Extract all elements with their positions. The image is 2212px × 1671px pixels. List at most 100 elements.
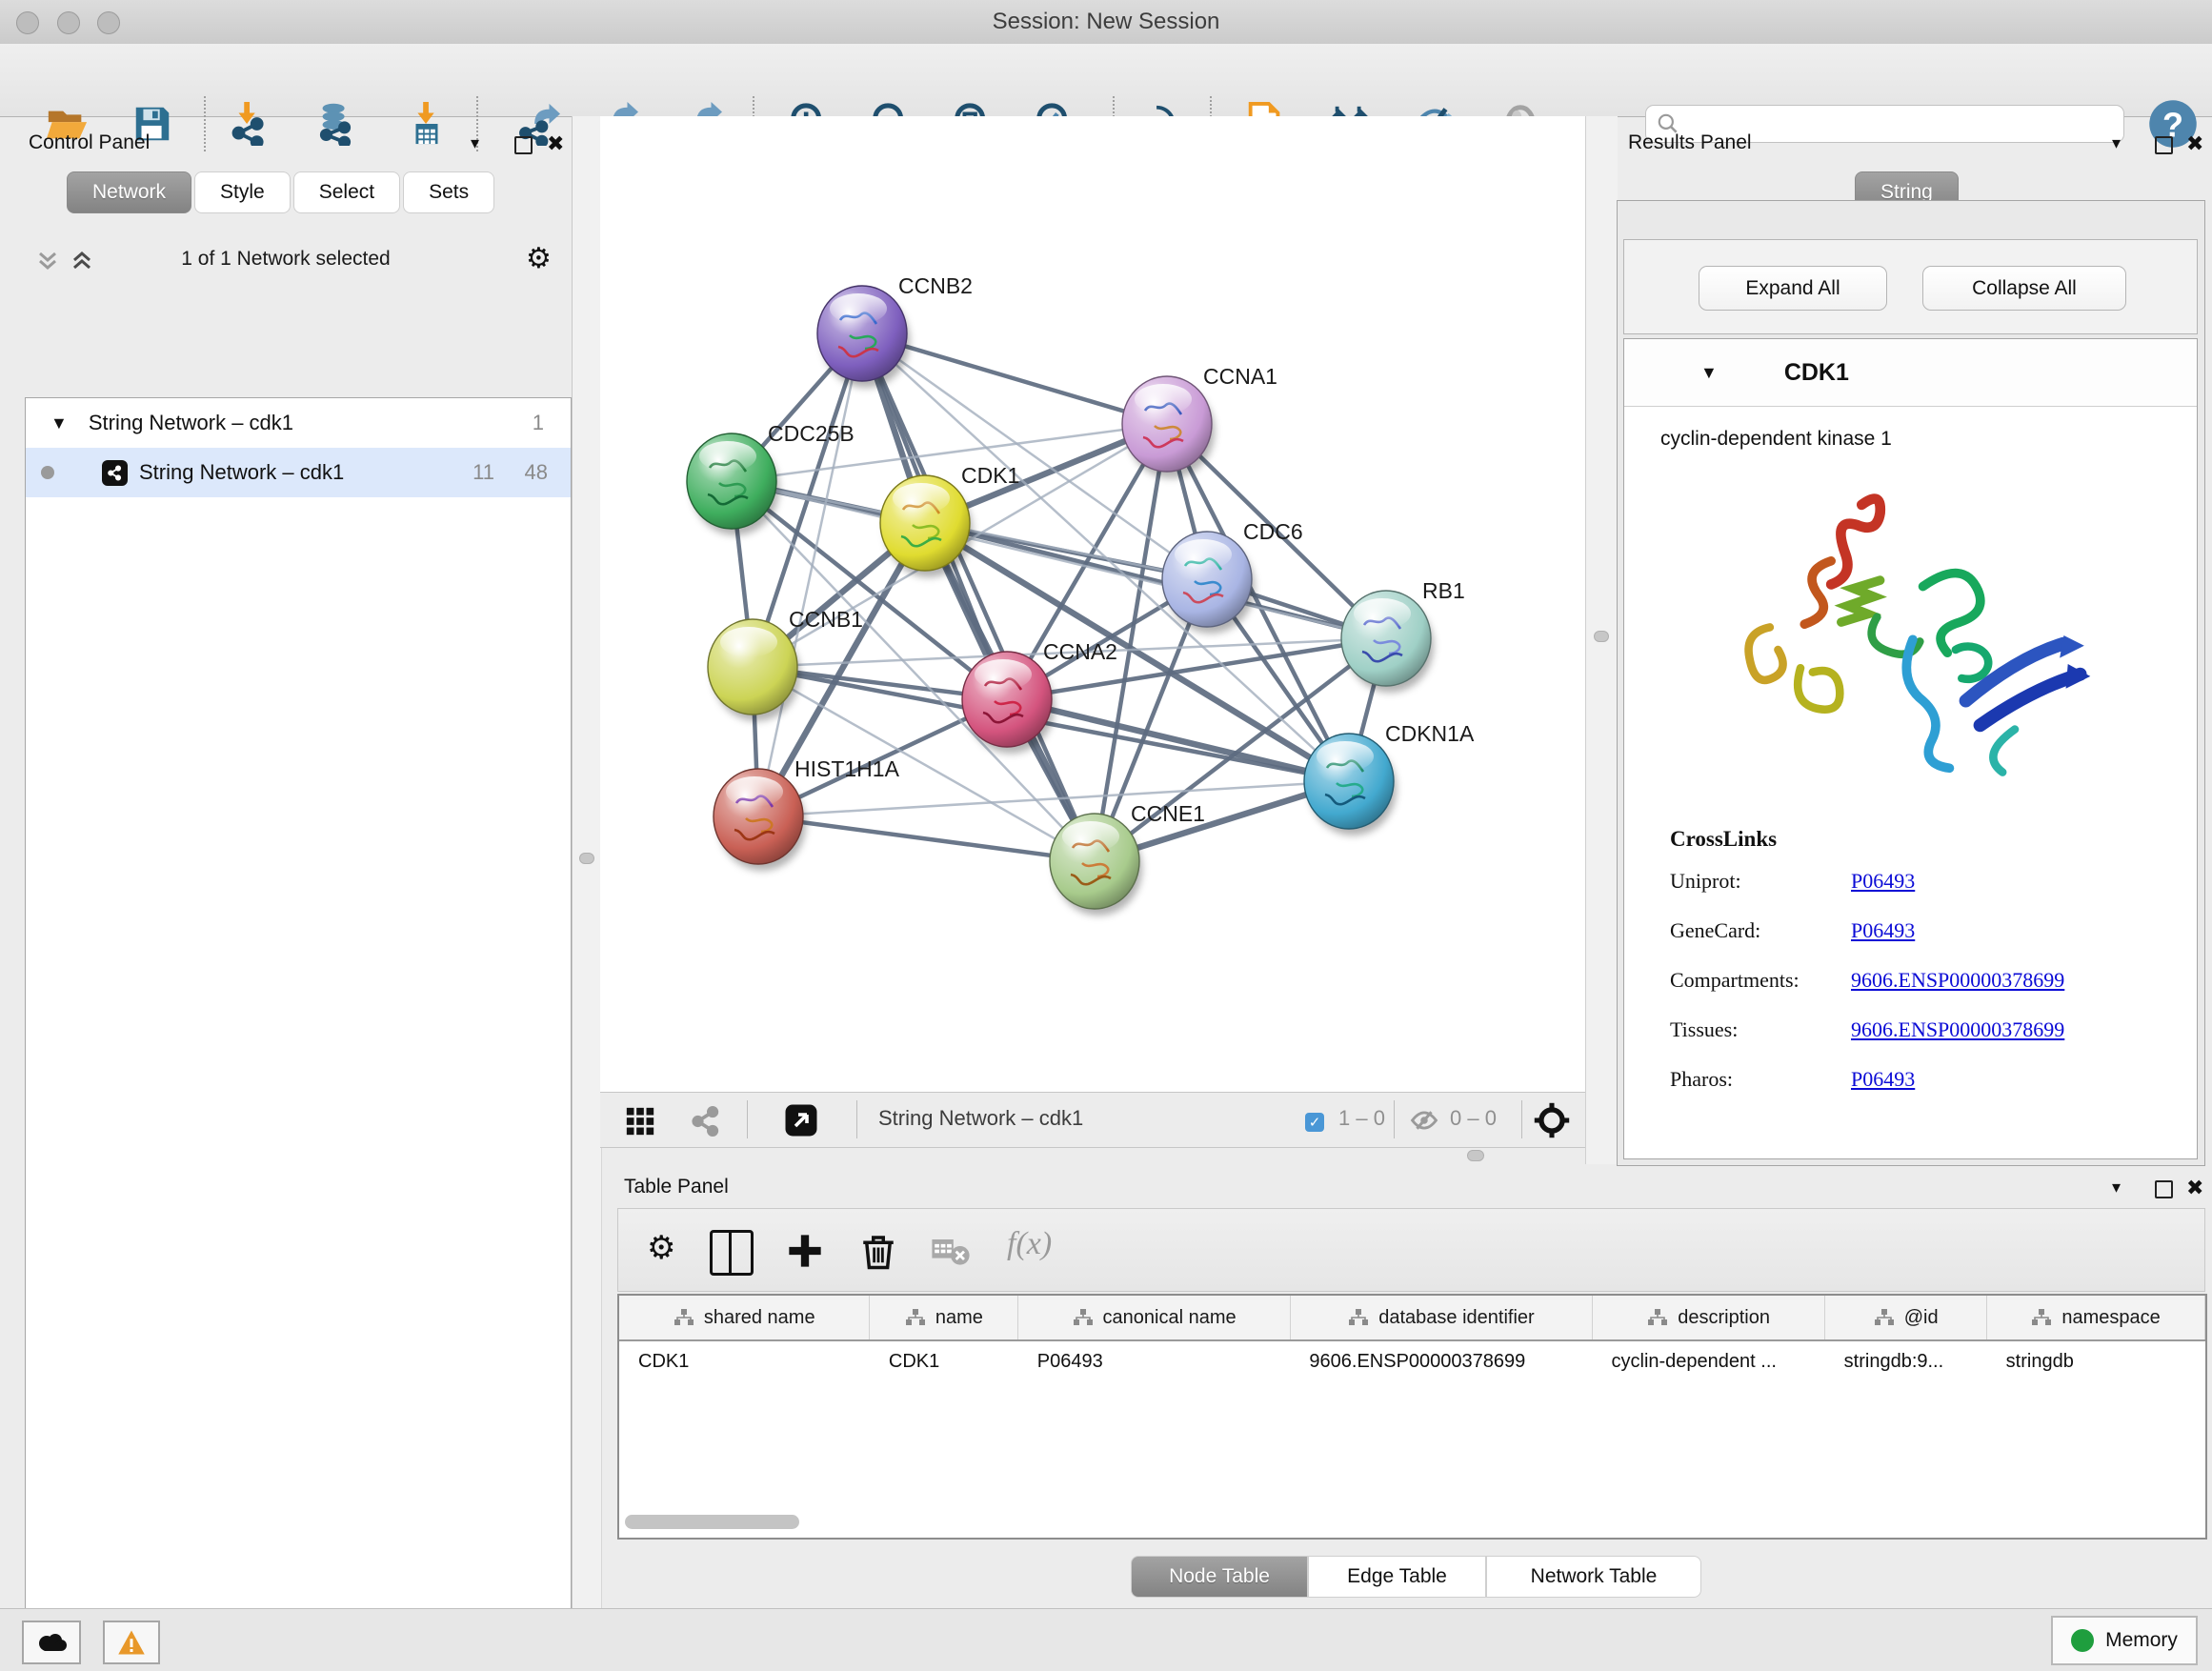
crosslink-link[interactable]: 9606.ENSP00000378699 <box>1851 1017 2064 1042</box>
titlebar: Session: New Session <box>0 0 2212 45</box>
network-row-label: String Network – cdk1 <box>139 460 344 485</box>
crosslink-label: Tissues: <box>1670 1017 1851 1042</box>
tab-node-table[interactable]: Node Table <box>1131 1556 1308 1598</box>
table-cell[interactable]: CDK1 <box>619 1340 870 1381</box>
network-edge-count: 48 <box>525 460 548 485</box>
status-bar: Memory <box>0 1608 2212 1671</box>
table-panel-float-icon[interactable] <box>2155 1180 2173 1198</box>
collapse-all-button[interactable]: Collapse All <box>1922 266 2126 311</box>
warning-status-button[interactable] <box>103 1621 160 1664</box>
control-panel-menu-icon[interactable]: ▾ <box>471 133 479 153</box>
network-node-label: CDKN1A <box>1385 721 1475 746</box>
table-column-header[interactable]: shared name <box>619 1296 870 1340</box>
crosslink-label: Compartments: <box>1670 968 1851 993</box>
nav-separator <box>856 1100 857 1138</box>
memory-button[interactable]: Memory <box>2051 1616 2198 1665</box>
control-panel-float-icon[interactable] <box>514 136 533 154</box>
network-collection-row[interactable]: ▼ String Network – cdk1 1 <box>26 398 571 448</box>
network-share-icon[interactable] <box>690 1105 722 1142</box>
column-type-icon <box>1874 1308 1895 1327</box>
network-row-selected[interactable]: String Network – cdk1 11 48 <box>26 448 571 497</box>
crosslink-row: GeneCard:P06493 <box>1670 918 2197 943</box>
table-column-header[interactable]: description <box>1593 1296 1825 1340</box>
table-panel-close-icon[interactable]: ✖ <box>2186 1177 2203 1200</box>
crosslink-link[interactable]: P06493 <box>1851 869 1915 894</box>
control-panel-title: Control Panel <box>29 131 150 154</box>
network-node[interactable]: CDC6 <box>1162 519 1303 634</box>
network-selection-summary: 1 of 1 Network selected <box>0 248 572 271</box>
table-panel-menu-icon[interactable]: ▾ <box>2112 1178 2121 1198</box>
network-node[interactable]: CDKN1A <box>1304 721 1475 836</box>
results-panel-float-icon[interactable] <box>2155 136 2173 154</box>
table-row[interactable]: CDK1CDK1P064939606.ENSP00000378699cyclin… <box>619 1340 2205 1381</box>
birdseye-view-icon[interactable] <box>784 1103 818 1142</box>
network-node[interactable]: RB1 <box>1341 578 1465 693</box>
table-cell[interactable]: cyclin-dependent ... <box>1593 1340 1825 1381</box>
crosslink-row: Pharos:P06493 <box>1670 1067 2197 1092</box>
network-node[interactable]: CCNA1 <box>1122 364 1277 478</box>
column-type-icon <box>1647 1308 1668 1327</box>
application-window: Session: New Session <box>0 0 2212 1671</box>
delete-column-icon[interactable] <box>858 1230 898 1277</box>
cloud-status-button[interactable] <box>22 1621 81 1664</box>
collection-count: 1 <box>533 411 544 435</box>
network-node[interactable]: CDC25B <box>687 421 855 535</box>
results-buttons-box: Expand All Collapse All <box>1623 239 2198 334</box>
crosslink-link[interactable]: P06493 <box>1851 918 1915 943</box>
network-collection-label: String Network – cdk1 <box>89 411 293 435</box>
tab-network[interactable]: Network <box>67 171 191 213</box>
table-cell[interactable]: stringdb:9... <box>1825 1340 1987 1381</box>
network-edge <box>758 816 1095 861</box>
gene-collapse-icon[interactable]: ▼ <box>1700 363 1718 383</box>
show-columns-icon[interactable] <box>710 1230 754 1276</box>
table-cell[interactable]: stringdb <box>1987 1340 2205 1381</box>
results-panel-menu-icon[interactable]: ▾ <box>2112 133 2121 153</box>
network-canvas[interactable]: CCNB2CCNA1CDC25BCDK1CDC6RB1CCNB1CCNA2CDK… <box>600 116 1585 1092</box>
network-options-gear-icon[interactable]: ⚙ <box>526 245 552 273</box>
tab-select[interactable]: Select <box>293 171 400 213</box>
tree-collapse-icon[interactable]: ▼ <box>50 413 68 433</box>
cloud-icon <box>34 1630 69 1655</box>
right-splitter-handle[interactable] <box>1594 631 1609 642</box>
tab-edge-table[interactable]: Edge Table <box>1308 1556 1486 1598</box>
crosslink-link[interactable]: 9606.ENSP00000378699 <box>1851 968 2064 993</box>
node-table[interactable]: shared namenamecanonical namedatabase id… <box>617 1294 2207 1540</box>
crosslink-link[interactable]: P06493 <box>1851 1067 1915 1092</box>
left-splitter-handle[interactable] <box>579 853 594 864</box>
selected-checkbox-icon[interactable]: ✓ <box>1305 1113 1324 1132</box>
network-node-label: CCNB2 <box>898 273 973 298</box>
expand-all-button[interactable]: Expand All <box>1699 266 1887 311</box>
network-node-label: CDC25B <box>768 421 855 446</box>
current-network-name: String Network – cdk1 <box>878 1106 1083 1131</box>
table-horizontal-scrollbar[interactable] <box>625 1515 799 1529</box>
network-node-label: CCNE1 <box>1131 801 1205 826</box>
table-column-header[interactable]: database identifier <box>1290 1296 1592 1340</box>
table-splitter-handle[interactable] <box>1467 1150 1484 1161</box>
function-builder-icon-disabled: f(x) <box>1007 1226 1052 1262</box>
control-panel-close-icon[interactable]: ✖ <box>547 132 564 156</box>
network-node-label: CDK1 <box>961 463 1019 488</box>
tab-network-table[interactable]: Network Table <box>1486 1556 1701 1598</box>
network-node[interactable]: CDK1 <box>880 463 1019 577</box>
fit-crosshair-icon[interactable] <box>1534 1102 1570 1143</box>
nav-separator <box>1394 1100 1395 1138</box>
crosslinks-list: Uniprot:P06493 GeneCard:P06493 Compartment… <box>1670 869 2197 1092</box>
network-edges <box>732 333 1386 861</box>
table-column-header[interactable]: @id <box>1825 1296 1987 1340</box>
gene-card-header[interactable]: ▼ CDK1 <box>1624 339 2197 407</box>
table-cell[interactable]: 9606.ENSP00000378699 <box>1290 1340 1592 1381</box>
results-panel-close-icon[interactable]: ✖ <box>2186 132 2203 156</box>
table-cell[interactable]: P06493 <box>1018 1340 1291 1381</box>
table-cell[interactable]: CDK1 <box>870 1340 1018 1381</box>
grid-view-icon[interactable] <box>624 1105 656 1142</box>
table-column-header[interactable]: canonical name <box>1018 1296 1291 1340</box>
tab-sets[interactable]: Sets <box>403 171 494 213</box>
table-column-header[interactable]: namespace <box>1987 1296 2205 1340</box>
add-column-icon[interactable] <box>786 1232 824 1275</box>
crosslink-row: Uniprot:P06493 <box>1670 869 2197 894</box>
network-node[interactable]: CCNB2 <box>817 273 973 388</box>
warning-icon <box>117 1629 146 1656</box>
table-options-gear-icon[interactable]: ⚙ <box>647 1232 675 1264</box>
tab-style[interactable]: Style <box>194 171 291 213</box>
table-column-header[interactable]: name <box>870 1296 1018 1340</box>
